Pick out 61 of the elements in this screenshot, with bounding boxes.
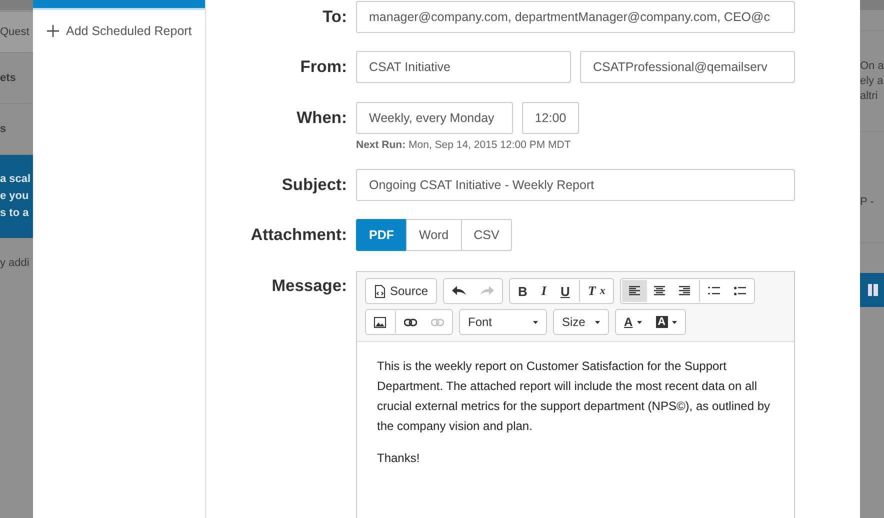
- caret-icon: [672, 320, 677, 324]
- source-button[interactable]: Source: [367, 280, 436, 302]
- text-color-button[interactable]: A: [617, 311, 649, 333]
- from-email-field[interactable]: CSATProfessional@qemailserv: [580, 51, 795, 83]
- next-run-label: Next Run:: [356, 139, 406, 151]
- format-option[interactable]: CSV: [460, 219, 512, 251]
- row-text: ely a: [860, 74, 884, 88]
- align-left-button[interactable]: [622, 280, 648, 302]
- row-text: y addi: [0, 257, 30, 269]
- field-label: When:: [296, 108, 347, 129]
- format-option[interactable]: PDF: [356, 219, 407, 251]
- image-icon: [374, 316, 386, 328]
- numbered-list-icon: [708, 286, 720, 296]
- row-text: altri: [860, 88, 879, 104]
- columns-button[interactable]: [860, 273, 884, 307]
- bold-button[interactable]: B: [511, 280, 534, 302]
- schedule-field[interactable]: Weekly, every Monday: [356, 102, 513, 134]
- row-text: ets: [0, 72, 16, 84]
- align-right-icon: [679, 286, 690, 296]
- dropdown[interactable]: Font: [461, 311, 545, 333]
- header-bar: [860, 0, 884, 10]
- caret-icon: [636, 320, 642, 324]
- subject-field[interactable]: Ongoing CSAT Initiative - Weekly Report: [356, 169, 795, 201]
- underline-button[interactable]: U: [553, 280, 577, 302]
- background-color-button[interactable]: A: [648, 311, 684, 333]
- next-run-text: Mon, Sep 14, 2015 12:00 PM MDT: [408, 139, 571, 151]
- chain-link-icon: [431, 318, 444, 326]
- dropdown[interactable]: Size: [555, 311, 607, 333]
- field-label: Message:: [270, 276, 347, 297]
- align-center-icon: [654, 286, 666, 296]
- row-text: P -: [860, 196, 874, 208]
- callout-text: e you: [0, 189, 30, 204]
- document-icon: [374, 284, 386, 298]
- redo-arrow-icon: [480, 286, 494, 296]
- message-editor[interactable]: [356, 271, 795, 518]
- columns-icon: [868, 284, 878, 296]
- italic-button[interactable]: I: [534, 280, 554, 302]
- field-label: Subject:: [280, 175, 347, 196]
- callout-text: a scal: [0, 172, 32, 187]
- field-label: To:: [322, 7, 347, 28]
- callout-text: s to a: [0, 206, 30, 221]
- row-text: s: [0, 123, 6, 135]
- row-text: On a: [860, 58, 884, 74]
- add-report-link[interactable]: Add Scheduled Report: [47, 24, 205, 38]
- message-paragraph: Thanks!: [377, 450, 421, 467]
- time-field[interactable]: 12:00: [522, 102, 579, 134]
- undo-arrow-icon: [452, 286, 466, 296]
- field-label: From:: [299, 57, 347, 78]
- caret-icon: [595, 320, 600, 324]
- from-name-field[interactable]: CSAT Initiative: [356, 51, 571, 83]
- field-label: Attachment:: [250, 225, 347, 246]
- header-bar: [0, 0, 33, 10]
- format-option[interactable]: Word: [406, 219, 462, 251]
- align-left-icon: [629, 286, 640, 296]
- bulleted-list-icon: [734, 286, 746, 296]
- message-paragraph: This is the weekly report on Customer Satisfaction for the Support Department. The attached report will include the most recent data on all crucial external metrics for the support department (NPS©), as outlined by the company vision and plan.: [377, 358, 772, 435]
- tab-text: Quest: [0, 26, 30, 38]
- caret-icon: [533, 320, 538, 324]
- chain-link-icon: [404, 318, 417, 326]
- plus-icon: [47, 25, 59, 37]
- to-field[interactable]: manager@company.com, departmentManager@company.com, CEO@c: [356, 1, 795, 33]
